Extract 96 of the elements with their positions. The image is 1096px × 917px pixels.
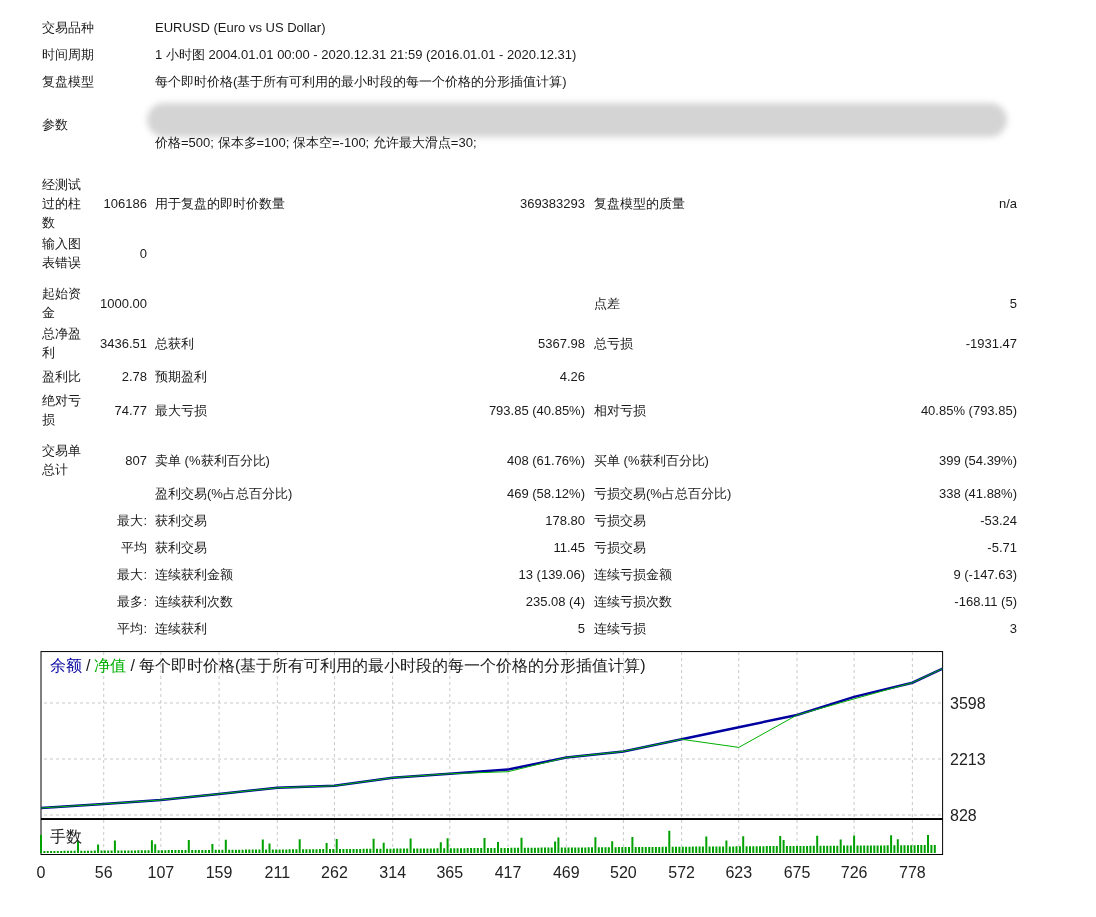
stat-label: 获利交易 <box>155 512 207 530</box>
y-axis-label: 3598 <box>950 695 986 712</box>
field-label: 复盘模型 <box>42 72 95 91</box>
field-label: 时间周期 <box>42 45 95 64</box>
x-axis-label: 211 <box>264 864 291 881</box>
stat-label: 总亏损 <box>594 334 633 353</box>
stat-label: 获利交易 <box>155 539 207 557</box>
legend-item: 净值 <box>94 656 127 676</box>
x-axis-label: 417 <box>494 864 522 881</box>
x-axis-label: 56 <box>94 864 113 881</box>
stat-label: 连续获利金额 <box>155 566 233 584</box>
stat-label: 总净盈利 <box>42 325 82 362</box>
stat-label: 连续亏损次数 <box>594 593 672 611</box>
field-value: EURUSD (Euro vs US Dollar) <box>155 18 326 37</box>
stat-value: 4.26 <box>559 368 585 386</box>
legend-separator: / <box>130 656 135 676</box>
stat-value: 最大: <box>117 567 147 582</box>
stat-label: 输入图表错误 <box>42 235 82 272</box>
stat-value: 2.78 <box>121 369 147 384</box>
stat-value: 最多: <box>117 594 147 609</box>
stat-label: 点差 <box>594 294 620 313</box>
field-value: 1 小时图 2004.01.01 00:00 - 2020.12.31 21:59 (2016.01.01 - 2020.12.31) <box>155 45 577 64</box>
x-axis-label: 726 <box>840 864 868 881</box>
y-axis-label: 828 <box>950 807 977 824</box>
stat-value: 408 (61.76%) <box>506 451 585 470</box>
stat-value: 807 <box>125 452 147 468</box>
stat-label: 绝对亏损 <box>42 392 82 429</box>
stat-label: 最大亏损 <box>155 401 207 420</box>
volume-label: 手数 <box>50 827 82 847</box>
x-axis-label: 159 <box>205 864 233 881</box>
stat-label: 连续获利次数 <box>155 593 233 611</box>
x-axis-label: 365 <box>436 864 464 881</box>
stat-label: 交易单总计 <box>42 442 82 479</box>
stat-value: 平均: <box>117 621 147 636</box>
stat-value: 40.85% (793.85) <box>920 401 1017 420</box>
field-label: 交易品种 <box>42 18 95 37</box>
stat-label: 亏损交易 <box>594 512 646 530</box>
stat-label: 总获利 <box>155 334 194 353</box>
stat-value: 469 (58.12%) <box>506 485 585 503</box>
x-axis-label: 520 <box>610 864 637 881</box>
stat-label: 预期盈利 <box>155 368 207 386</box>
stat-label: 复盘模型的质量 <box>594 195 685 213</box>
stat-value: 最大: <box>117 513 147 528</box>
stat-value: 11.45 <box>553 539 585 557</box>
stat-value: -1931.47 <box>965 334 1017 353</box>
stat-label: 买单 (%获利百分比) <box>594 451 709 470</box>
field-value: 每个即时价格(基于所有可利用的最小时段的每一个价格的分形插值计算) <box>155 72 567 91</box>
x-axis-label: 675 <box>783 864 811 881</box>
legend-separator: / <box>86 656 91 676</box>
stat-value: 3 <box>1009 620 1017 638</box>
stat-value: 369383293 <box>519 195 585 213</box>
x-axis-label: 623 <box>725 864 753 881</box>
stat-label: 相对亏损 <box>594 401 646 420</box>
stat-label: 盈利交易(%占总百分比) <box>155 485 293 503</box>
stat-value: 平均 <box>121 540 147 555</box>
stat-value: 178.80 <box>545 512 585 530</box>
stat-value: 338 (41.88%) <box>938 485 1017 503</box>
stat-label: 连续亏损 <box>594 620 646 638</box>
stat-label: 亏损交易(%占总百分比) <box>594 485 732 503</box>
stat-value: -53.24 <box>980 512 1017 530</box>
field-label: 参数 <box>42 116 69 135</box>
stat-value: 3436.51 <box>100 335 147 351</box>
stat-value: -168.11 (5) <box>954 593 1017 611</box>
parameter-text: 价格=500; 保本多=100; 保本空=-100; 允许最大滑点=30; <box>155 134 477 152</box>
stat-value: 5 <box>577 620 585 638</box>
x-axis-label: 107 <box>147 864 175 881</box>
stat-label: 起始资金 <box>42 285 82 322</box>
stat-value: 0 <box>139 245 147 261</box>
legend-item: 余额 <box>50 656 82 676</box>
x-axis-label: 469 <box>552 864 580 881</box>
stat-value: 5 <box>1009 294 1017 313</box>
stat-label: 用于复盘的即时价数量 <box>155 195 285 213</box>
stat-value: 1000.00 <box>100 295 147 311</box>
stat-value: 9 (-147.63) <box>953 566 1017 584</box>
stat-label: 盈利比 <box>42 368 82 386</box>
x-axis-label: 778 <box>899 864 926 881</box>
stat-value: 793.85 (40.85%) <box>488 401 585 420</box>
stat-value: 106186 <box>103 196 147 211</box>
stat-label: 连续亏损金额 <box>594 566 672 584</box>
x-axis-label: 262 <box>321 864 348 881</box>
y-axis-label: 2213 <box>950 751 986 768</box>
stat-value: 235.08 (4) <box>525 593 585 611</box>
stat-value: 13 (139.06) <box>518 566 585 584</box>
chart-title: 每个即时价格(基于所有可利用的最小时段的每一个价格的分形插值计算) <box>138 656 646 676</box>
stat-value: 399 (54.39%) <box>938 451 1017 470</box>
stat-label: 亏损交易 <box>594 539 646 557</box>
x-axis-label: 314 <box>379 864 407 881</box>
stat-label: 连续获利 <box>155 620 207 638</box>
x-axis-label: 0 <box>36 864 46 881</box>
stat-value: 74.77 <box>114 402 147 418</box>
stat-label: 卖单 (%获利百分比) <box>155 451 270 470</box>
stat-value: -5.71 <box>987 539 1017 557</box>
stat-value: n/a <box>998 195 1017 213</box>
x-axis-label: 572 <box>668 864 695 881</box>
stat-label: 经测试过的柱数 <box>42 176 82 232</box>
stat-value: 5367.98 <box>538 334 585 353</box>
